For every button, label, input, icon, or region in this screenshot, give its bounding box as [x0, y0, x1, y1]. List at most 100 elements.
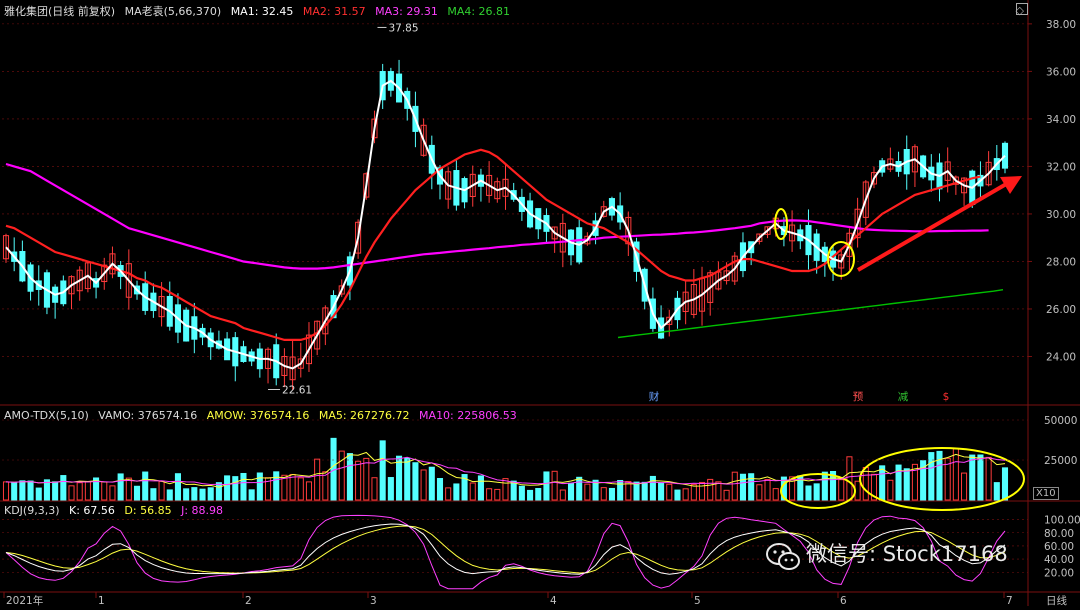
volume-bar	[633, 481, 640, 501]
kdj-tick-label: 80.00	[1044, 528, 1074, 540]
price-tick-label: 36.00	[1046, 66, 1076, 78]
volume-tick-label: 50000	[1044, 415, 1077, 427]
x-axis-label: 4	[550, 595, 557, 606]
volume-bar	[846, 456, 853, 501]
volume-bar	[420, 469, 427, 501]
volume-bar	[355, 460, 362, 501]
volume-bar	[510, 480, 517, 501]
volume-bar	[518, 485, 525, 501]
volume-bar	[453, 483, 460, 501]
volume-bar	[559, 489, 566, 501]
volume-bar	[240, 472, 247, 501]
volume-bar	[363, 457, 370, 501]
event-marker: 财	[649, 390, 660, 403]
ma-indicator-name[interactable]: MA老袁(5,66,370)	[125, 5, 222, 18]
amow-value: AMOW: 376574.16	[206, 409, 310, 422]
event-marker: 预	[853, 391, 864, 403]
volume-tick-label: 25000	[1044, 455, 1077, 467]
volume-bar	[19, 480, 26, 501]
x-axis-label: 2	[245, 595, 252, 606]
volume-bar	[641, 481, 648, 501]
volume-bar	[445, 487, 452, 501]
kdj-tick-label: 20.00	[1044, 567, 1074, 579]
kdj-j-value: J: 88.98	[181, 504, 224, 517]
volume-bar	[256, 472, 263, 501]
volume-bar	[346, 453, 353, 501]
kdj-k-value: K: 67.56	[69, 504, 115, 517]
volume-bar	[805, 485, 812, 501]
kdj-indicator-name[interactable]: KDJ(9,3,3)	[4, 504, 60, 517]
volume-bar	[27, 480, 34, 501]
main-chart-header: 雅化集团(日线 前复权) MA老袁(5,66,370) MA1: 32.45 M…	[4, 3, 516, 19]
volume-bar	[404, 457, 411, 501]
volume-bar	[486, 488, 493, 501]
volume-bar	[52, 481, 59, 501]
volume-bar	[1001, 467, 1009, 501]
volume-bar	[199, 488, 206, 501]
volume-bar	[608, 487, 615, 501]
volume-indicator-name[interactable]: AMO-TDX(5,10)	[4, 409, 89, 422]
volume-bar	[232, 476, 239, 501]
ma3-value: MA3: 29.31	[375, 5, 438, 18]
volume-bar	[576, 476, 583, 501]
volume-bar	[879, 465, 886, 501]
volume-bar	[723, 489, 730, 501]
volume-bar	[862, 466, 869, 501]
volume-bar	[952, 448, 959, 501]
volume-bar	[191, 487, 198, 501]
kdj-tick-label: 100.00	[1044, 515, 1080, 527]
volume-bar	[649, 475, 656, 501]
volume-bar	[600, 487, 607, 501]
volume-bar	[207, 487, 214, 501]
volume-bar	[535, 487, 542, 501]
volume-bar	[838, 479, 845, 501]
volume-bar	[117, 473, 124, 501]
vol-ma5-value: MA5: 267276.72	[318, 409, 410, 422]
volume-bar	[821, 471, 828, 501]
volume-bar	[985, 456, 992, 501]
kdj-header: KDJ(9,3,3) K: 67.56 D: 56.85 J: 88.98	[4, 504, 229, 517]
price-tick-label: 30.00	[1046, 209, 1076, 221]
volume-bar	[698, 481, 706, 501]
x10-label: X10	[1033, 487, 1059, 500]
x-axis-label: 6	[840, 595, 847, 606]
volume-bar	[584, 483, 591, 501]
volume-bar	[772, 488, 779, 501]
volume-bar	[527, 489, 534, 501]
kdj-tick-label: 40.00	[1044, 554, 1074, 566]
volume-bar	[224, 475, 231, 501]
volume-bar	[76, 482, 83, 501]
volume-bar	[969, 454, 976, 501]
volume-bar	[813, 483, 820, 501]
x-axis-label: 7	[1006, 595, 1013, 606]
volume-header: AMO-TDX(5,10) VAMO: 376574.16 AMOW: 3765…	[4, 409, 523, 422]
volume-bar	[674, 489, 681, 501]
stock-title[interactable]: 雅化集团(日线 前复权)	[4, 5, 115, 18]
price-tick-label: 38.00	[1046, 19, 1076, 31]
vamo-value: VAMO: 376574.16	[98, 409, 198, 422]
volume-bar	[68, 485, 75, 501]
volume-bar	[707, 478, 714, 501]
volume-bar	[567, 482, 575, 501]
volume-bar	[739, 473, 747, 501]
volume-bar	[731, 471, 738, 501]
x-axis-label: 1	[98, 595, 105, 606]
x-axis-label: 5	[694, 595, 701, 606]
volume-bar	[543, 471, 550, 501]
volume-bar	[748, 473, 755, 501]
event-marker: 减	[898, 391, 909, 403]
volume-bar	[314, 458, 321, 501]
volume-bar	[133, 485, 141, 501]
volume-bar	[215, 482, 222, 501]
volume-bar	[248, 489, 255, 501]
volume-bar	[125, 477, 132, 501]
panel-toggle-icon[interactable]	[1016, 3, 1028, 15]
vol-ma10-value: MA10: 225806.53	[419, 409, 517, 422]
volume-bar	[993, 482, 1000, 501]
volume-bar	[469, 482, 476, 501]
volume-bar	[928, 452, 935, 501]
volume-bar	[150, 488, 157, 501]
volume-bar	[166, 489, 173, 501]
volume-bar	[109, 485, 116, 501]
volume-bar	[322, 471, 329, 501]
